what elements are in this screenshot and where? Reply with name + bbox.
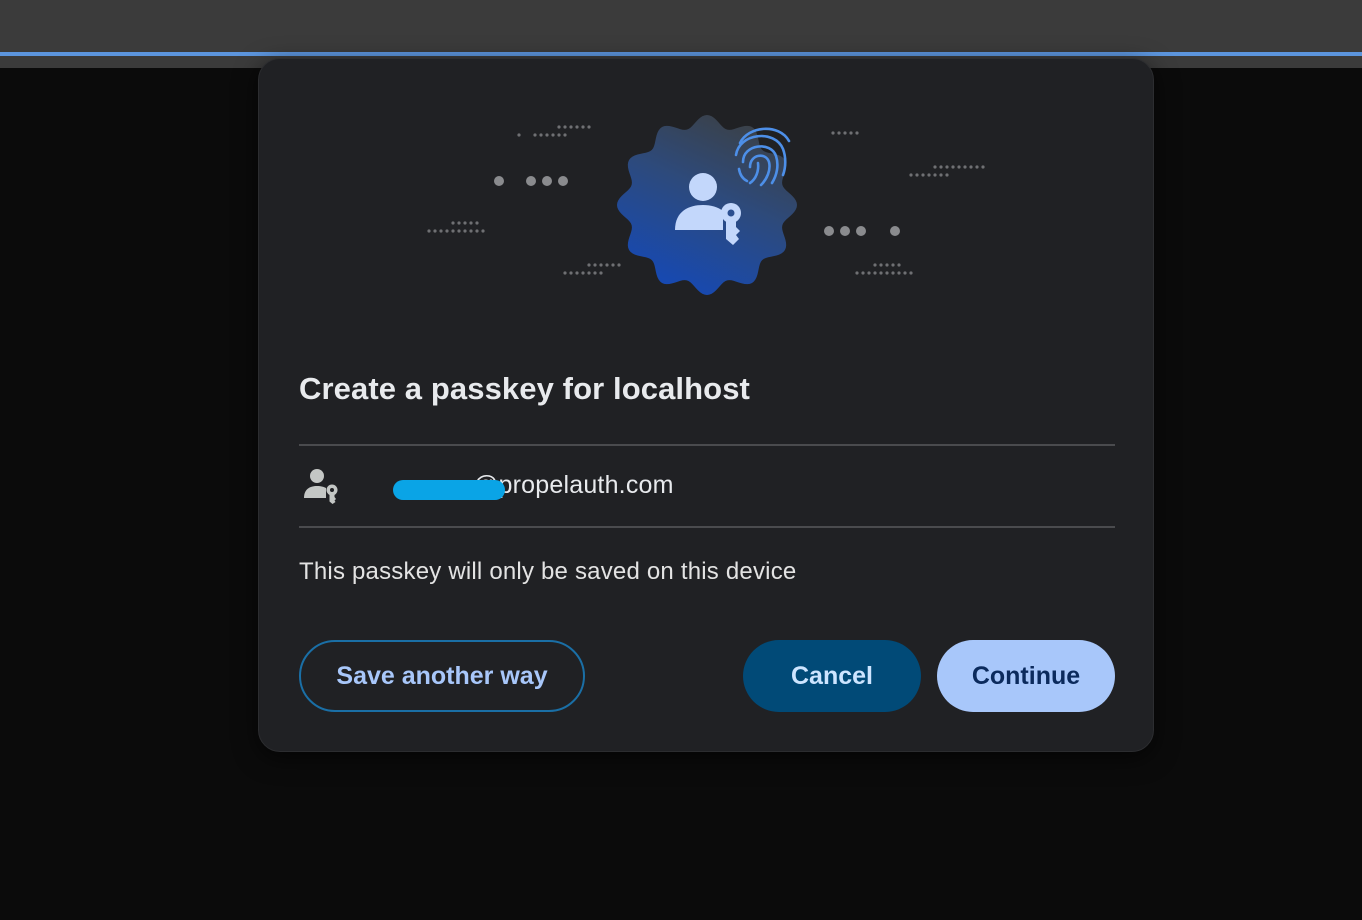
passkey-badge — [617, 115, 797, 295]
redaction-mark — [393, 480, 505, 500]
browser-toolbar — [0, 0, 1362, 52]
continue-button[interactable]: Continue — [937, 640, 1115, 712]
cancel-button[interactable]: Cancel — [743, 640, 921, 712]
save-another-way-button[interactable]: Save another way — [299, 640, 585, 712]
passkey-illustration — [427, 115, 985, 295]
person-key-icon — [304, 469, 338, 504]
divider — [299, 526, 1115, 528]
passkey-dialog: Create a passkey for localhost user12345… — [258, 58, 1154, 752]
device-note: This passkey will only be saved on this … — [299, 558, 797, 585]
account-row: user12345@propelauth.com — [299, 464, 1115, 508]
divider — [299, 444, 1115, 446]
dialog-title: Create a passkey for localhost — [299, 371, 750, 406]
